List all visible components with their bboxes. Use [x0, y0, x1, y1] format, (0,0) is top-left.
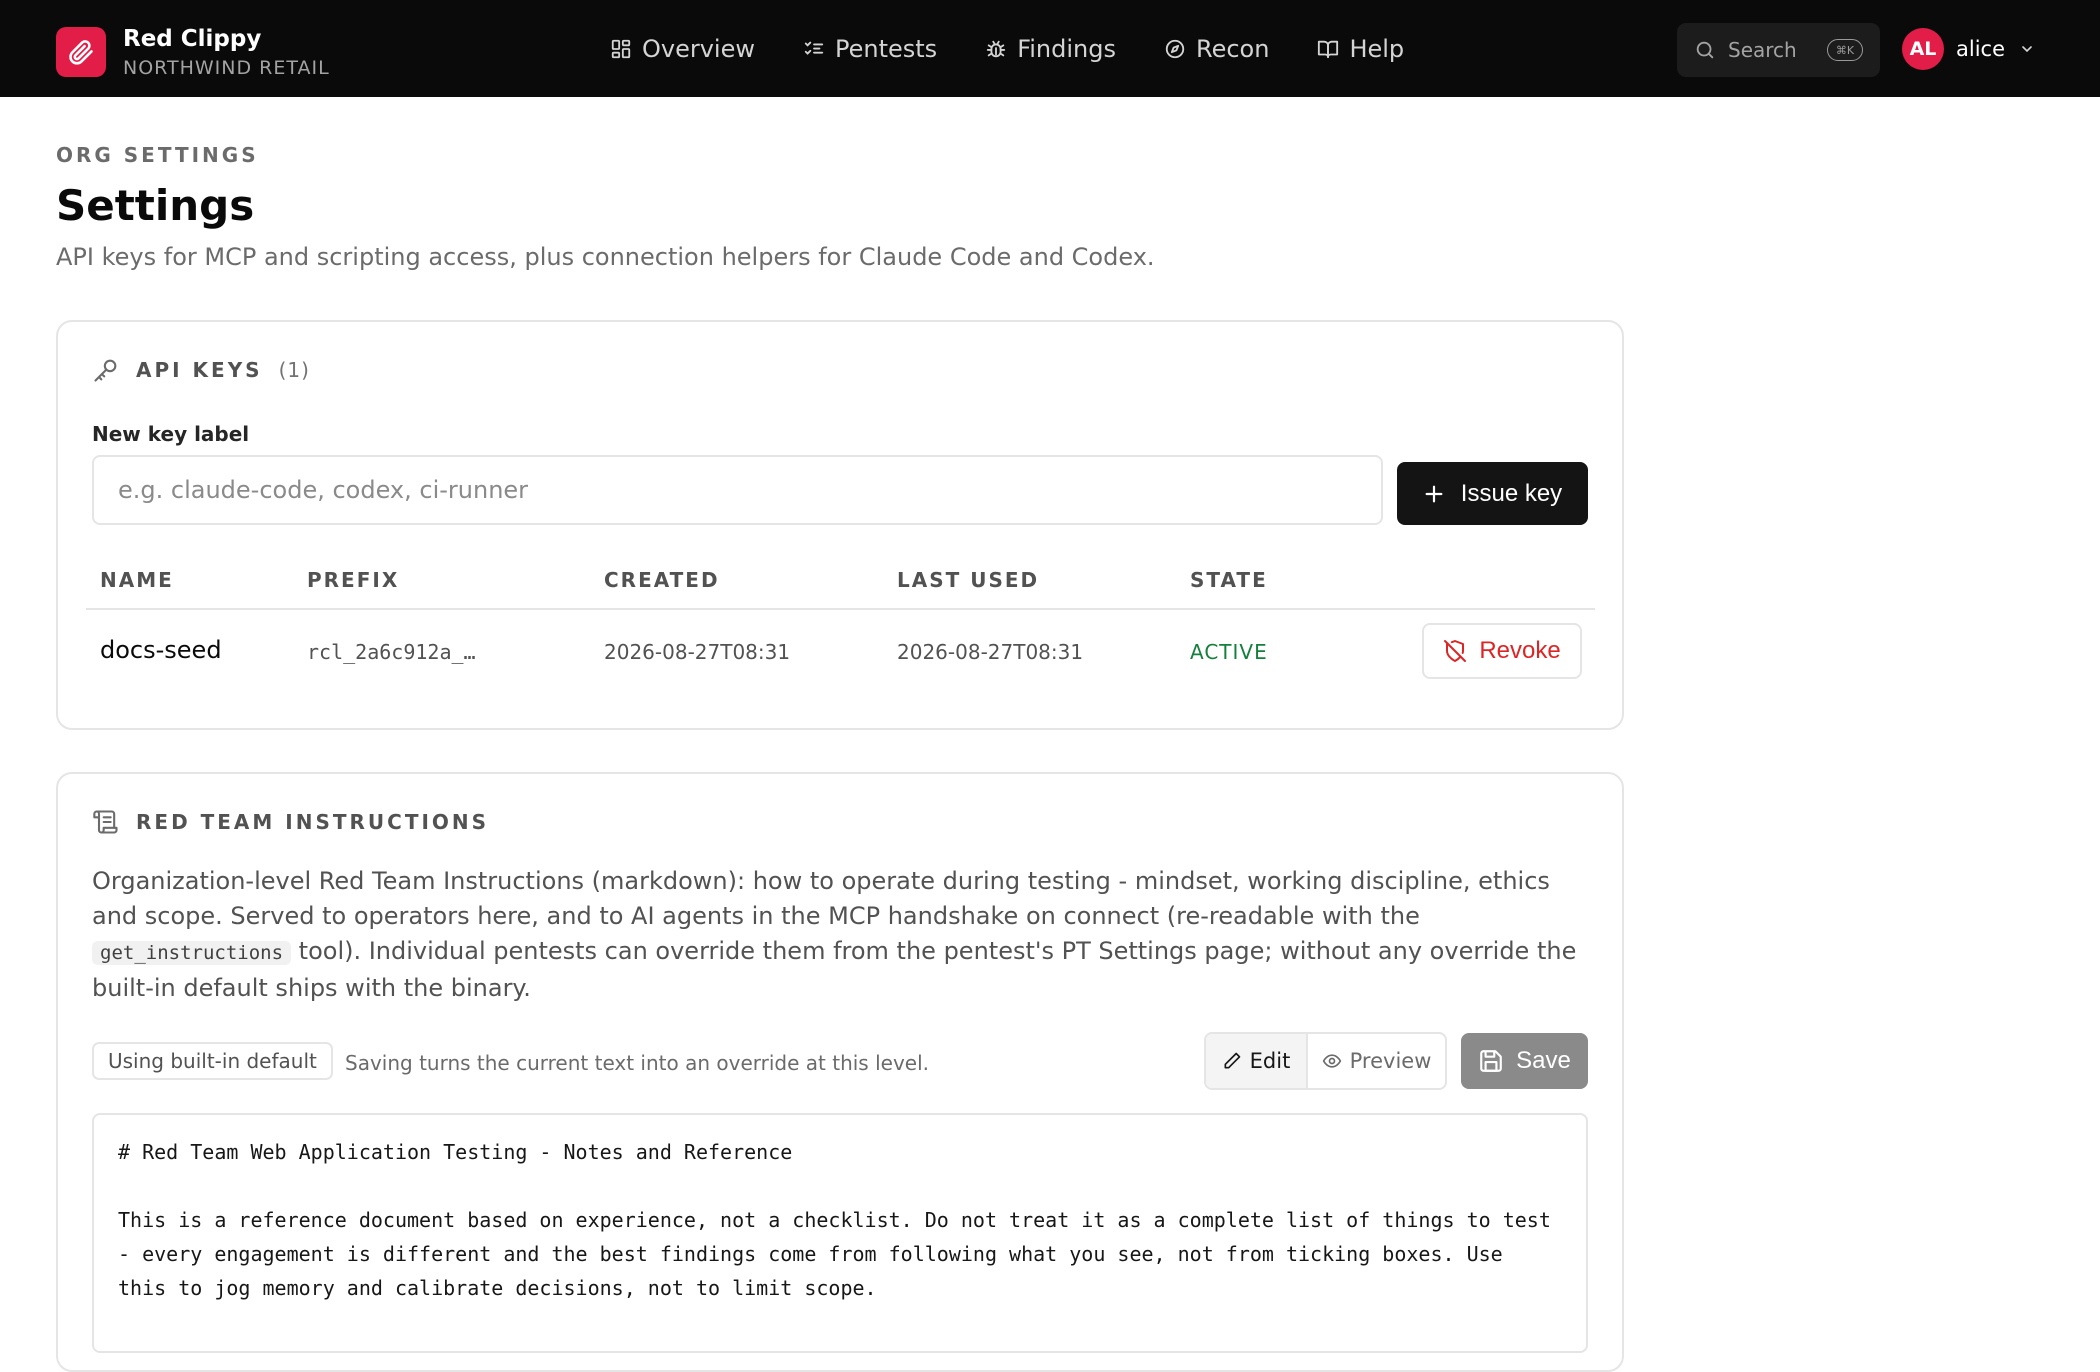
instructions-desc-text: Organization-level Red Team Instructions…	[92, 867, 1550, 930]
nav-findings[interactable]: Findings	[985, 35, 1116, 63]
brand-org: NORTHWIND RETAIL	[123, 57, 330, 79]
instructions-editor[interactable]: # Red Team Web Application Testing - Not…	[92, 1113, 1588, 1353]
bug-icon	[987, 40, 1006, 57]
key-prefix: rcl_2a6c912a_…	[307, 640, 476, 664]
nav-recon-label: Recon	[1195, 34, 1270, 63]
brand-name: Red Clippy	[123, 26, 262, 52]
instructions-title: RED TEAM INSTRUCTIONS	[136, 810, 490, 834]
key-created: 2026-08-27T08:31	[604, 640, 791, 664]
checklist-icon	[804, 41, 824, 55]
search-icon	[1696, 41, 1714, 59]
grid-icon	[611, 39, 631, 58]
column-header-prefix: PREFIX	[307, 568, 400, 592]
default-badge: Using built-in default	[92, 1042, 333, 1080]
scroll-icon	[93, 810, 118, 834]
save-label: Save	[1516, 1047, 1571, 1074]
api-keys-header: API KEYS (1)	[92, 356, 310, 384]
column-header-last-used: LAST USED	[897, 568, 1040, 592]
tab-preview-label: Preview	[1349, 1049, 1432, 1073]
book-icon	[1318, 40, 1339, 58]
tab-preview[interactable]: Preview	[1308, 1034, 1445, 1088]
nav-pentests[interactable]: Pentests	[803, 35, 937, 63]
issue-key-button[interactable]: Issue key	[1397, 462, 1588, 525]
revoke-button[interactable]: Revoke	[1422, 623, 1582, 679]
eye-icon	[1322, 1054, 1341, 1068]
shield-off-icon	[1444, 640, 1467, 662]
avatar: AL	[1902, 28, 1944, 70]
nav-help-label: Help	[1349, 34, 1405, 63]
nav-overview[interactable]: Overview	[610, 35, 755, 63]
red-team-instructions-card: RED TEAM INSTRUCTIONS Organization-level…	[56, 772, 1624, 1372]
plus-icon	[1425, 485, 1443, 502]
api-keys-title: API KEYS	[136, 358, 263, 382]
nav-help[interactable]: Help	[1317, 35, 1404, 63]
instructions-desc-text-end: tool). Individual pentests can override …	[92, 937, 1577, 1002]
pencil-icon	[1224, 1052, 1240, 1069]
page-description: API keys for MCP and scripting access, p…	[56, 243, 1155, 271]
revoke-label: Revoke	[1479, 637, 1561, 664]
api-keys-card: API KEYS (1) New key label Issue key NAM…	[56, 320, 1624, 730]
tab-edit-label: Edit	[1249, 1049, 1291, 1073]
api-keys-count: (1)	[278, 358, 310, 382]
search-button[interactable]: Search ⌘K	[1677, 23, 1880, 77]
save-hint: Saving turns the current text into an ov…	[345, 1051, 929, 1075]
main-nav: Overview Pentests Findings Recon Help	[610, 0, 1452, 97]
new-key-label: New key label	[92, 422, 250, 446]
chevron-down-icon	[2022, 46, 2032, 53]
instructions-header: RED TEAM INSTRUCTIONS	[92, 808, 489, 836]
paperclip-icon	[56, 27, 106, 77]
nav-pentests-label: Pentests	[835, 34, 938, 63]
nav-findings-label: Findings	[1017, 34, 1116, 63]
page-title: Settings	[56, 181, 255, 230]
nav-recon[interactable]: Recon	[1164, 35, 1269, 63]
status-badge: ACTIVE	[1190, 640, 1268, 664]
key-icon	[94, 359, 117, 382]
top-navbar: Red Clippy NORTHWIND RETAIL Overview Pen…	[0, 0, 2100, 97]
edit-preview-toggle: Edit Preview	[1204, 1032, 1447, 1090]
column-header-created: CREATED	[604, 568, 720, 592]
save-icon	[1480, 1050, 1502, 1072]
key-name: docs-seed	[100, 636, 222, 664]
compass-icon	[1165, 39, 1185, 58]
issue-key-label: Issue key	[1460, 479, 1563, 507]
user-name: alice	[1956, 37, 2006, 61]
table-divider	[86, 608, 1595, 610]
instructions-description: Organization-level Red Team Instructions…	[92, 864, 1602, 1006]
search-label: Search	[1728, 38, 1797, 62]
nav-overview-label: Overview	[642, 34, 755, 63]
inline-code-tool: get_instructions	[92, 941, 292, 965]
brand[interactable]: Red Clippy NORTHWIND RETAIL	[56, 24, 330, 80]
tab-edit[interactable]: Edit	[1206, 1034, 1308, 1088]
key-last-used: 2026-08-27T08:31	[897, 640, 1084, 664]
user-menu[interactable]: AL alice	[1902, 28, 2035, 70]
new-key-input[interactable]	[92, 455, 1383, 525]
column-header-state: STATE	[1190, 568, 1268, 592]
search-shortcut: ⌘K	[1827, 39, 1863, 61]
column-header-name: NAME	[100, 568, 174, 592]
page-eyebrow: ORG SETTINGS	[56, 143, 259, 167]
save-button[interactable]: Save	[1461, 1033, 1588, 1089]
